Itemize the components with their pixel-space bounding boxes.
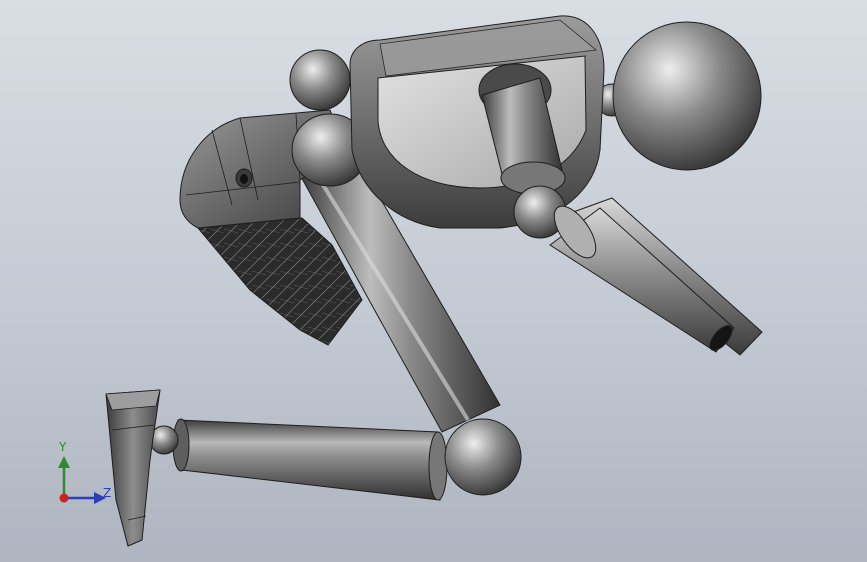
shoulder-joint-back[interactable] [289,49,351,111]
triad-axes [58,456,106,504]
view-orientation-triad[interactable]: Y Z [44,436,124,516]
y-axis-label: Y [59,440,67,454]
z-axis-label: Z [103,486,112,500]
knee-joint[interactable] [444,418,522,496]
forearm[interactable] [546,197,763,356]
graphics-viewport[interactable]: Y Z [0,0,867,562]
head-sphere[interactable] [612,21,762,171]
torso[interactable] [349,15,605,229]
shin-segment[interactable] [172,418,448,501]
mannequin-model[interactable] [0,0,867,562]
